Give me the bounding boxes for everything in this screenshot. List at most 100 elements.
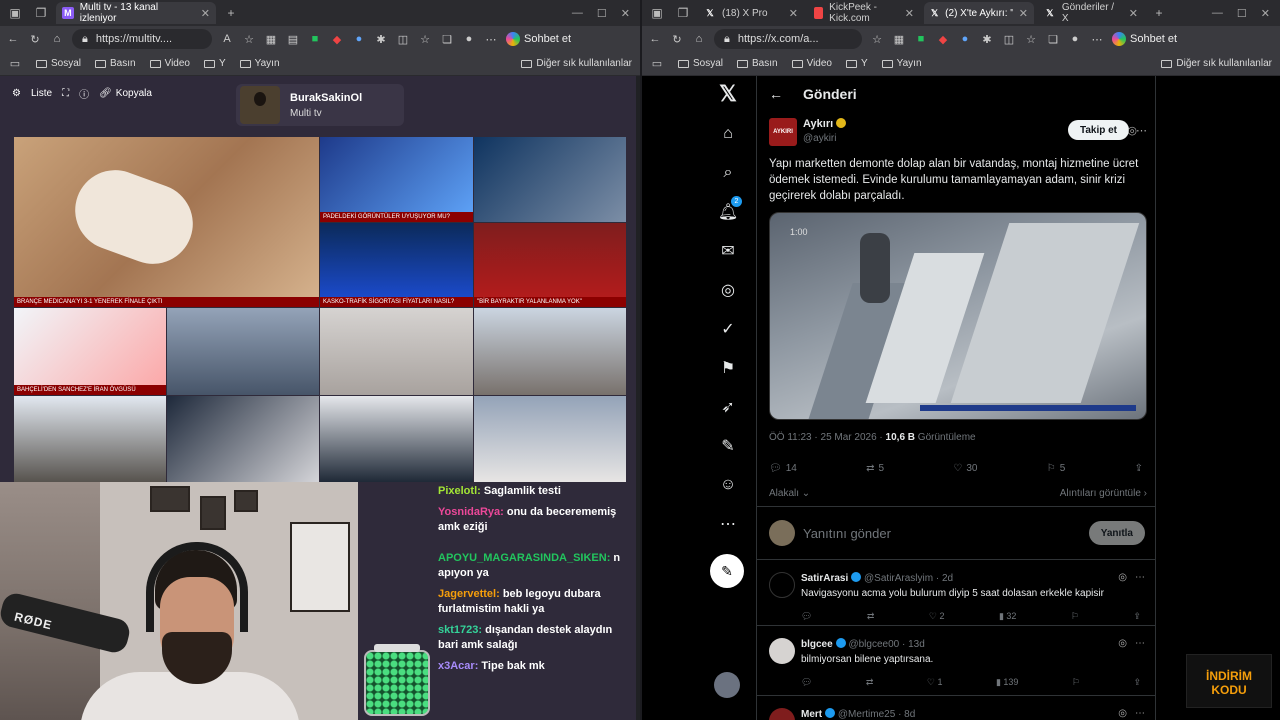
profile-card[interactable]: BurakSakinOl Multi tv — [236, 84, 404, 126]
maximize-icon[interactable]: ☐ — [597, 7, 607, 20]
chat-user[interactable]: Jagervettel: — [438, 588, 500, 600]
extension-icon[interactable]: ■ — [914, 32, 928, 46]
sort-dropdown[interactable]: Alakalı ⌄ — [769, 488, 810, 499]
fullscreen-icon[interactable]: ⛶ — [62, 88, 69, 99]
tab-x-pro[interactable]: 𝕏 (18) X Pro ✕ — [698, 2, 804, 24]
avatar[interactable] — [769, 638, 795, 664]
extension-icon[interactable]: ▦ — [892, 32, 906, 46]
tab-multitv[interactable]: M Multi tv - 13 kanal izleniyor ✕ — [56, 2, 216, 24]
grok-icon[interactable]: ◎ — [1118, 638, 1127, 649]
close-window-icon[interactable]: ✕ — [621, 7, 630, 20]
profile-avatar-icon[interactable]: ● — [1068, 32, 1082, 46]
tab-kickpeek[interactable]: KickPeek - Kick.com ✕ — [808, 2, 920, 24]
bookmark-folder[interactable]: Yayın — [239, 58, 280, 69]
chat-user[interactable]: x3Acar: — [438, 660, 478, 672]
chat-user[interactable]: APOYU_MAGARASINDA_SIKEN: — [438, 552, 610, 564]
reply-author-name[interactable]: blgcee — [801, 639, 833, 650]
channel-tile[interactable]: BRANÇE MEDICANA'YI 3-1 YENEREK FİNALE ÇI… — [14, 137, 319, 307]
channel-tile[interactable]: KASKO-TRAFİK SİGORTASI FİYATLARI NASIL? — [320, 223, 473, 307]
channel-tile[interactable]: BAHÇELİ'DEN SANCHEZ'E İRAN ÖVGÜSÜ — [14, 308, 166, 395]
notifications-icon[interactable]: 🔔︎ 2 — [716, 196, 742, 224]
channel-tile[interactable] — [474, 137, 626, 222]
business-icon[interactable]: ➶ — [716, 395, 740, 419]
back-icon[interactable]: ← — [6, 32, 20, 46]
like-button[interactable]: ♡ 2 — [929, 611, 945, 622]
bookmark-folder[interactable]: Basın — [737, 58, 778, 69]
tab-actions-icon[interactable]: ❐ — [672, 3, 694, 23]
avatar[interactable] — [769, 708, 795, 720]
reply-author-name[interactable]: Mert — [801, 709, 822, 720]
channel-tile[interactable] — [14, 396, 166, 482]
reply-handle[interactable]: @Mertime25 · 8d — [838, 709, 915, 720]
more-icon[interactable]: ⋯ — [1090, 32, 1104, 46]
workspaces-icon[interactable]: ▣ — [4, 3, 26, 23]
x-logo-icon[interactable]: 𝕏 — [716, 81, 740, 106]
follow-button[interactable]: Takip et — [1067, 120, 1129, 140]
bookmark-folder[interactable]: Sosyal — [678, 58, 723, 69]
extensions-icon[interactable]: ✱ — [374, 32, 388, 46]
refresh-icon[interactable]: ↻ — [28, 32, 42, 46]
bookmark-folder[interactable]: Y — [846, 58, 868, 69]
articles-icon[interactable]: ✎ — [716, 434, 740, 458]
reply-item[interactable]: Mert @Mertime25 · 8d ◎ ⋯ — [757, 700, 1157, 720]
profile-icon[interactable]: ☺ — [716, 473, 740, 497]
tab-x-post[interactable]: 𝕏 (2) X'te Aykırı: "Yapı ✕ — [924, 2, 1034, 24]
channel-tile[interactable] — [320, 308, 473, 395]
bookmark-button[interactable]: ⚐ 5 — [1047, 463, 1066, 474]
extension-icon[interactable]: ■ — [308, 32, 322, 46]
minimize-icon[interactable]: — — [572, 7, 583, 20]
reply-handle[interactable]: @blgcee00 · 13d — [848, 639, 924, 650]
reply-author-name[interactable]: SatirArasi — [801, 573, 848, 584]
share-icon[interactable]: ⇪ — [1135, 463, 1143, 474]
reply-handle[interactable]: @SatirAraslyim · 2d — [864, 573, 953, 584]
verified-icon[interactable]: ✓ — [716, 317, 740, 341]
bookmark-folder[interactable]: Video — [791, 58, 832, 69]
more-icon[interactable]: ⋯ — [1135, 638, 1145, 649]
split-screen-icon[interactable]: ◫ — [1002, 32, 1016, 46]
views-button[interactable]: ▮ 32 — [999, 611, 1016, 622]
url-field[interactable]: 🔒︎ https://multitv.... — [72, 29, 212, 49]
more-icon[interactable]: ⋯ — [1135, 572, 1145, 583]
minimize-icon[interactable]: — — [1212, 7, 1223, 20]
more-icon[interactable]: ⋯ — [484, 32, 498, 46]
more-icon[interactable]: ⋯ — [716, 512, 740, 536]
chat-user[interactable]: Pixelotl: — [438, 485, 481, 497]
retweet-icon[interactable]: ⇄ — [866, 677, 874, 688]
extension-icon[interactable]: ◆ — [330, 32, 344, 46]
other-bookmarks[interactable]: Diğer sık kullanılanlar — [1161, 58, 1272, 69]
reply-item[interactable]: SatirArasi @SatirAraslyim · 2d Navigasyo… — [757, 564, 1157, 626]
reply-button[interactable]: 💬︎ 14 — [769, 463, 797, 474]
like-button[interactable]: ♡ 1 — [927, 677, 943, 688]
close-icon[interactable]: ✕ — [201, 7, 210, 20]
channel-tile[interactable] — [167, 396, 319, 482]
extension-icon[interactable]: ▤ — [286, 32, 300, 46]
close-window-icon[interactable]: ✕ — [1261, 7, 1270, 20]
new-tab-icon[interactable]: + — [1148, 3, 1170, 23]
like-button[interactable]: ♡ 30 — [953, 463, 977, 474]
workspaces-icon[interactable]: ▣ — [646, 3, 668, 23]
more-icon[interactable]: ⋯ — [1135, 708, 1145, 719]
bookmarks-icon[interactable]: ⚑ — [716, 356, 740, 380]
chat-user[interactable]: skt1723: — [438, 624, 482, 636]
reply-submit-button[interactable]: Yanıtla — [1088, 521, 1145, 545]
more-icon[interactable]: ⋯ — [1136, 124, 1147, 137]
home-icon[interactable]: ⌂ — [692, 32, 706, 46]
copy-button[interactable]: 🔗︎ Kopyala — [99, 88, 152, 99]
extension-icon[interactable]: ◆ — [936, 32, 950, 46]
search-icon[interactable]: ⌕ — [716, 161, 740, 185]
new-tab-icon[interactable]: + — [220, 3, 242, 23]
author-name[interactable]: Aykırı — [803, 118, 847, 130]
home-icon[interactable]: ⌂ — [716, 122, 740, 146]
favorite-icon[interactable]: ☆ — [242, 32, 256, 46]
profile-avatar-icon[interactable]: ● — [462, 32, 476, 46]
channel-tile[interactable]: "BİR BAYRAKTIR YALANLANMA YOK" — [474, 223, 626, 307]
split-screen-icon[interactable]: ◫ — [396, 32, 410, 46]
tweet-video[interactable]: 1:00 — [769, 212, 1147, 420]
url-field[interactable]: 🔒︎ https://x.com/a... — [714, 29, 862, 49]
grok-icon[interactable]: ◎ — [1118, 572, 1127, 583]
bookmark-folder[interactable]: Sosyal — [36, 58, 81, 69]
collections-icon[interactable]: ❏ — [1046, 32, 1060, 46]
messages-icon[interactable]: ✉ — [716, 239, 740, 263]
tab-x-posts[interactable]: 𝕏 Gönderiler / X ✕ — [1038, 2, 1144, 24]
collections-icon[interactable]: ❏ — [440, 32, 454, 46]
